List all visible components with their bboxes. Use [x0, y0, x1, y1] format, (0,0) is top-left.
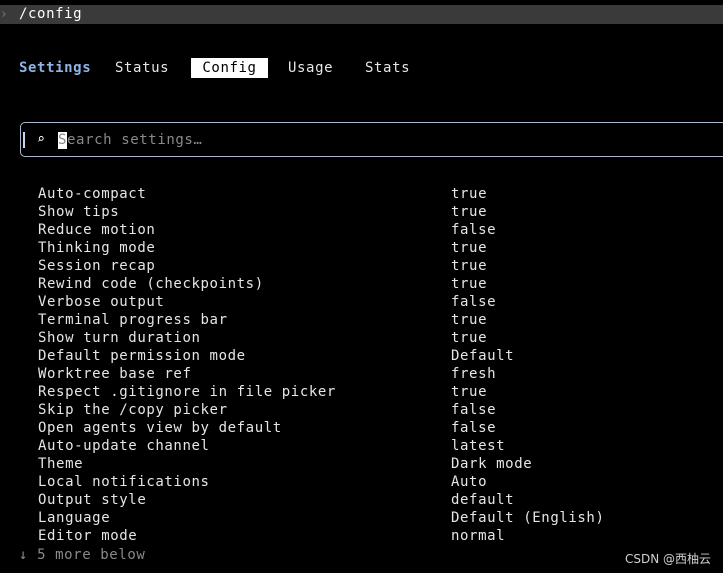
setting-value: false — [451, 420, 497, 436]
setting-row[interactable]: Auto-compact true — [0, 185, 723, 203]
setting-row[interactable]: Local notifications Auto — [0, 473, 723, 491]
setting-name: Local notifications — [38, 474, 210, 490]
setting-value: true — [451, 204, 488, 220]
setting-row[interactable]: Show tips true — [0, 203, 723, 221]
setting-value: false — [451, 294, 497, 310]
setting-row[interactable]: Respect .gitignore in file picker true — [0, 383, 723, 401]
setting-value: Default — [451, 348, 515, 364]
search-focus-indicator — [23, 132, 25, 148]
setting-name: Respect .gitignore in file picker — [38, 384, 336, 400]
setting-value: false — [451, 402, 497, 418]
setting-value: default — [451, 492, 515, 508]
setting-name: Terminal progress bar — [38, 312, 228, 328]
setting-row[interactable]: Output style default — [0, 491, 723, 509]
setting-value: fresh — [451, 366, 497, 382]
setting-value: false — [451, 222, 497, 238]
setting-name: Output style — [38, 492, 147, 508]
settings-title: Settings — [19, 60, 92, 76]
setting-row[interactable]: Verbose output false — [0, 293, 723, 311]
settings-list: Auto-compact true Show tips true Reduce mo… — [0, 185, 723, 545]
more-below-indicator[interactable]: ↓ 5 more below — [19, 546, 145, 564]
setting-row[interactable]: Default permission mode Default — [0, 347, 723, 365]
setting-value: true — [451, 312, 488, 328]
setting-value: normal — [451, 528, 506, 544]
watermark: CSDN @西柚云 — [624, 552, 711, 566]
setting-value: true — [451, 384, 488, 400]
setting-value: true — [451, 276, 488, 292]
setting-name: Verbose output — [38, 294, 165, 310]
setting-row[interactable]: Editor mode normal — [0, 527, 723, 545]
command-prompt-bar: › /config — [0, 5, 723, 24]
tab-status[interactable]: Status — [115, 58, 169, 78]
setting-value: Dark mode — [451, 456, 533, 472]
setting-name: Auto-update channel — [38, 438, 210, 454]
setting-name: Open agents view by default — [38, 420, 282, 436]
setting-value: latest — [451, 438, 506, 454]
more-below-text: 5 more below — [37, 547, 146, 563]
setting-row[interactable]: Language Default (English) — [0, 509, 723, 527]
setting-value: Auto — [451, 474, 488, 490]
setting-name: Reduce motion — [38, 222, 156, 238]
setting-row[interactable]: Session recap true — [0, 257, 723, 275]
setting-row[interactable]: Show turn duration true — [0, 329, 723, 347]
settings-tabs: Settings Status Config Usage Stats — [0, 58, 723, 78]
setting-name: Skip the /copy picker — [38, 402, 228, 418]
setting-value: Default (English) — [451, 510, 605, 526]
command-text: /config — [19, 6, 83, 22]
chevron-right-icon: › — [0, 7, 9, 22]
setting-row[interactable]: Auto-update channel latest — [0, 437, 723, 455]
setting-value: true — [451, 240, 488, 256]
setting-name: Auto-compact — [38, 186, 147, 202]
setting-name: Default permission mode — [38, 348, 246, 364]
setting-name: Worktree base ref — [38, 366, 192, 382]
setting-row[interactable]: Rewind code (checkpoints) true — [0, 275, 723, 293]
setting-value: true — [451, 330, 488, 346]
search-input[interactable] — [58, 129, 658, 151]
setting-row[interactable]: Skip the /copy picker false — [0, 401, 723, 419]
setting-row[interactable]: Worktree base ref fresh — [0, 365, 723, 383]
setting-value: true — [451, 258, 488, 274]
search-icon: ⌕ — [37, 132, 46, 147]
setting-name: Theme — [38, 456, 84, 472]
setting-row[interactable]: Theme Dark mode — [0, 455, 723, 473]
setting-name: Show turn duration — [38, 330, 201, 346]
setting-name: Rewind code (checkpoints) — [38, 276, 264, 292]
setting-name: Editor mode — [38, 528, 138, 544]
tab-stats[interactable]: Stats — [365, 58, 410, 78]
setting-row[interactable]: Open agents view by default false — [0, 419, 723, 437]
setting-name: Show tips — [38, 204, 120, 220]
search-box[interactable]: ⌕ — [20, 122, 723, 157]
setting-row[interactable]: Terminal progress bar true — [0, 311, 723, 329]
setting-name: Language — [38, 510, 111, 526]
setting-name: Session recap — [38, 258, 156, 274]
setting-value: true — [451, 186, 488, 202]
arrow-down-icon: ↓ — [19, 547, 29, 563]
setting-name: Thinking mode — [38, 240, 156, 256]
setting-row[interactable]: Reduce motion false — [0, 221, 723, 239]
tab-usage[interactable]: Usage — [288, 58, 333, 78]
setting-row[interactable]: Thinking mode true — [0, 239, 723, 257]
tab-config[interactable]: Config — [191, 58, 268, 78]
